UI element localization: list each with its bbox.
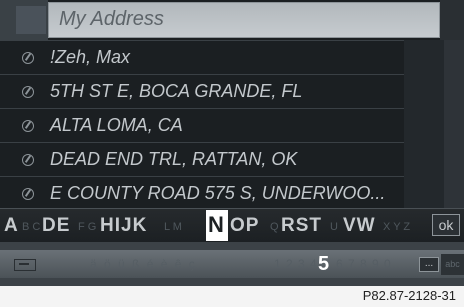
speller-letter[interactable]: HIJK xyxy=(100,215,147,237)
speller-letter[interactable]: L M xyxy=(164,221,182,233)
number-speller-track: ä ö ü ß é è ê ç 1 2 3 4 5 6 7 8 9 0 ... … xyxy=(0,250,464,278)
header-right-panel xyxy=(440,0,464,40)
list-item[interactable]: 5TH ST E, BOCA GRANDE, FL xyxy=(0,74,464,108)
list-item[interactable]: ALTA LOMA, CA xyxy=(0,108,464,142)
list-item-label: !Zeh, Max xyxy=(50,47,131,67)
speller-selected-letter-label: N xyxy=(208,212,224,237)
speller-letter[interactable]: DE xyxy=(42,215,70,237)
list-right-panel xyxy=(444,40,464,208)
speller-letter[interactable]: Q xyxy=(270,221,279,233)
header-left-panel xyxy=(0,0,48,40)
special-characters[interactable]: ä ö ü ß é è ê ç xyxy=(90,257,197,271)
speller-letter[interactable]: U xyxy=(330,221,338,233)
character-speller[interactable]: A B C DE F G HIJK L M N OP Q RST U VW X … xyxy=(0,208,464,242)
list-item-label: 5TH ST E, BOCA GRANDE, FL xyxy=(50,81,303,101)
list-item[interactable]: DEAD END TRL, RATTAN, OK xyxy=(0,142,464,176)
address-bullet-icon xyxy=(22,154,34,166)
speller-letter[interactable]: A xyxy=(4,215,19,237)
number-speller[interactable]: ä ö ü ß é è ê ç 1 2 3 4 5 6 7 8 9 0 ... … xyxy=(0,242,464,286)
list-item-label: E COUNTY ROAD 575 S, UNDERWOO... xyxy=(50,183,386,203)
speller-letter[interactable]: VW xyxy=(343,215,376,237)
list-view-icon[interactable] xyxy=(14,259,36,271)
address-bullet-icon xyxy=(22,188,34,200)
list-scrollbar[interactable] xyxy=(404,40,444,208)
speller-selected-letter[interactable]: N xyxy=(206,210,228,241)
speller-letter[interactable]: RST xyxy=(281,215,322,237)
address-bullet-icon xyxy=(22,86,34,98)
speller-letter[interactable]: X Y Z xyxy=(383,221,410,233)
header-stripe xyxy=(16,6,46,34)
more-characters-button[interactable]: ... xyxy=(419,257,439,272)
digits-after[interactable]: 6 7 8 9 0 xyxy=(336,257,392,271)
list-item[interactable]: E COUNTY ROAD 575 S, UNDERWOO... xyxy=(0,176,464,210)
address-bullet-icon xyxy=(22,120,34,132)
address-bullet-icon xyxy=(22,52,34,64)
speller-letter[interactable]: F G xyxy=(78,221,96,233)
speller-letter[interactable]: OP xyxy=(230,215,259,237)
address-input-field[interactable]: My Address xyxy=(48,2,440,38)
speller-letter[interactable]: B C xyxy=(22,221,40,233)
ok-button[interactable]: ok xyxy=(432,214,460,236)
list-item-label: DEAD END TRL, RATTAN, OK xyxy=(50,149,298,169)
figure-reference: P82.87-2128-31 xyxy=(362,288,456,303)
list-item-label: ALTA LOMA, CA xyxy=(50,115,183,135)
navigation-address-screen: My Address !Zeh, Max 5TH ST E, BOCA GRAN… xyxy=(0,0,464,286)
selected-digit[interactable]: 5 xyxy=(318,253,329,276)
digits-before[interactable]: 1 2 3 4 xyxy=(274,257,318,271)
keyboard-switch-button[interactable]: abc xyxy=(441,254,464,275)
page-title: My Address xyxy=(59,8,164,30)
address-list: !Zeh, Max 5TH ST E, BOCA GRANDE, FL ALTA… xyxy=(0,40,464,208)
list-item[interactable]: !Zeh, Max xyxy=(0,40,464,74)
